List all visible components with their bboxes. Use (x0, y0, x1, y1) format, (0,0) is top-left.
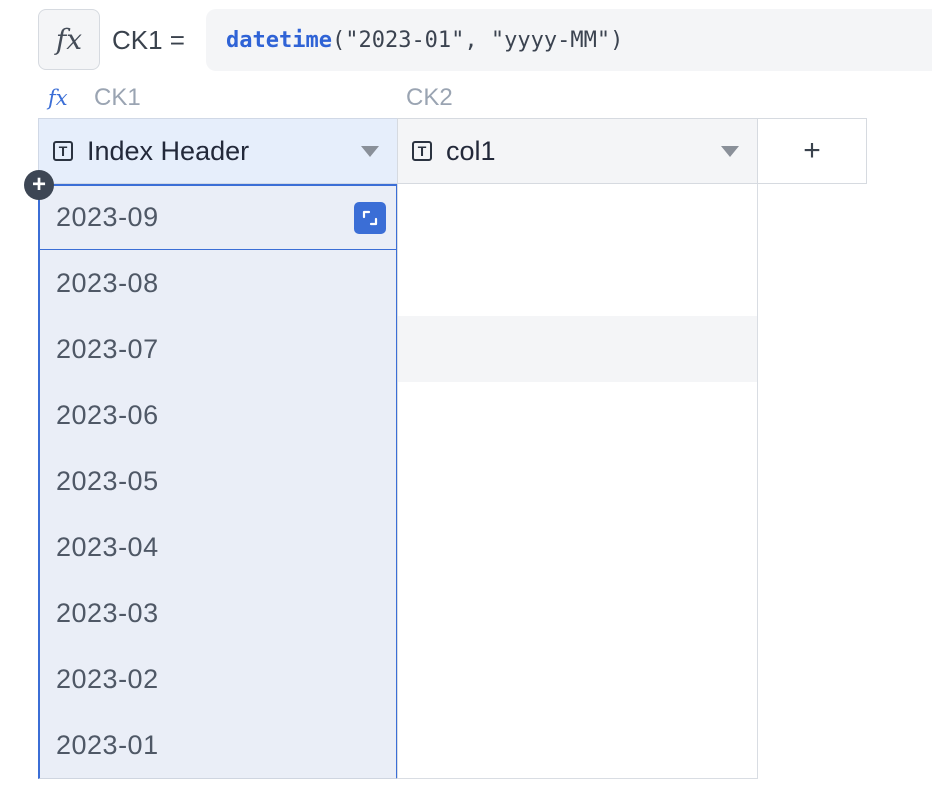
formula-function-name: datetime (226, 27, 332, 53)
index-cell-value: 2023-01 (56, 729, 159, 760)
col1-cell[interactable] (397, 646, 758, 713)
index-cell-value: 2023-07 (56, 333, 159, 364)
index-cell[interactable]: 2023-03 (38, 580, 398, 647)
formula-fx-button[interactable]: fx (38, 9, 100, 70)
index-cell[interactable]: 2023-09 (38, 184, 398, 251)
formula-target-label: CK1 = (112, 25, 185, 55)
index-cell-value: 2023-06 (56, 399, 159, 430)
col1-cell[interactable] (397, 580, 758, 647)
col1-cell[interactable] (397, 184, 758, 251)
index-cell[interactable]: 2023-05 (38, 448, 398, 515)
formula-input[interactable]: datetime ("2023-01", "yyyy-MM") (206, 9, 932, 71)
index-cell-value: 2023-05 (56, 465, 159, 496)
caret-down-icon[interactable] (361, 145, 379, 157)
index-cell-value: 2023-03 (56, 597, 159, 628)
column-header-label: col1 (446, 135, 496, 166)
index-cell[interactable]: 2023-06 (38, 382, 398, 449)
index-cell[interactable]: 2023-01 (38, 712, 398, 779)
caret-down-icon[interactable] (721, 145, 739, 157)
index-cell[interactable]: 2023-02 (38, 646, 398, 713)
col1-cell[interactable] (397, 448, 758, 515)
expand-cell-icon[interactable] (354, 202, 386, 234)
column-key-ck1: CK1 (94, 84, 141, 111)
col1-cell[interactable] (397, 514, 758, 581)
add-row-button[interactable]: + (24, 170, 54, 200)
text-type-icon: T (412, 141, 432, 161)
index-cell[interactable]: 2023-08 (38, 250, 398, 317)
text-type-icon: T (53, 141, 73, 161)
col1-cell[interactable] (397, 712, 758, 779)
col1-cell[interactable] (397, 250, 758, 317)
index-cell[interactable]: 2023-07 (38, 316, 398, 383)
column-key-ck2: CK2 (406, 84, 453, 111)
index-cell-value: 2023-02 (56, 663, 159, 694)
add-column-button[interactable]: + (757, 118, 867, 184)
formula-function-args: ("2023-01", "yyyy-MM") (331, 27, 624, 53)
index-cell-value: 2023-09 (56, 202, 159, 232)
column-header-col1[interactable]: T col1 (397, 118, 758, 184)
column-header-label: Index Header (87, 135, 250, 166)
col1-cell[interactable] (397, 316, 758, 383)
index-cell[interactable]: 2023-04 (38, 514, 398, 581)
col1-cell[interactable] (397, 382, 758, 449)
index-cell-value: 2023-04 (56, 531, 159, 562)
index-cell-value: 2023-08 (56, 267, 159, 298)
ck1-formula-icon: fx (48, 86, 68, 110)
column-header-index[interactable]: T Index Header (38, 118, 398, 184)
